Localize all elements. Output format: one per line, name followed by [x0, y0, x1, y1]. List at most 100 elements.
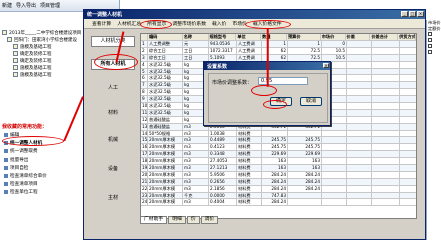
table-cell[interactable] [372, 151, 400, 158]
table-cell[interactable] [322, 144, 347, 151]
table-cell[interactable]: 人工费调 [237, 41, 262, 47]
table-cell[interactable]: 27.1213 [209, 165, 237, 171]
table-cell[interactable] [347, 151, 372, 158]
table-cell[interactable]: 747.83 [262, 192, 288, 199]
minimize-button[interactable]: _ [401, 11, 408, 17]
table-cell[interactable] [372, 144, 400, 151]
table-cell[interactable] [322, 178, 347, 185]
table-cell[interactable] [347, 199, 372, 206]
table-cell[interactable]: 62 [262, 47, 288, 54]
table-cell[interactable]: 7 [141, 82, 148, 89]
table-cell[interactable]: 163 [288, 158, 322, 165]
toolbar-new[interactable]: 新建 [2, 2, 12, 9]
table-row[interactable]: 18 20mm厚木模 m3 27.4053 材料费 163 163 [141, 158, 416, 166]
table-cell[interactable]: 20mm厚木模 [148, 199, 183, 206]
table-cell[interactable]: 163 [262, 165, 288, 171]
table-cell[interactable]: 普通硅酸盐 [148, 116, 183, 123]
table-cell[interactable]: 20mm厚木模 [148, 137, 183, 144]
table-cell[interactable]: 20mm厚木模 [148, 144, 183, 151]
table-cell[interactable] [372, 89, 400, 96]
table-cell[interactable]: 水泥32.5级 [148, 89, 183, 96]
table-cell[interactable] [322, 192, 347, 199]
table-row[interactable]: 14 50*50规格 m3 1.0038 材料费 [141, 130, 416, 138]
column-header[interactable]: 供货方式 [398, 34, 416, 40]
table-cell[interactable] [372, 41, 400, 47]
table-cell[interactable]: 20mm厚木模 [148, 192, 183, 199]
table-cell[interactable]: 16 [141, 144, 148, 151]
table-cell[interactable]: 0.3348 [209, 151, 237, 158]
table-cell[interactable] [372, 116, 400, 123]
table-cell[interactable] [347, 171, 372, 178]
table-cell[interactable] [347, 75, 372, 82]
table-cell[interactable]: 材料费 [237, 178, 262, 185]
table-cell[interactable] [347, 123, 372, 130]
modal-close-button[interactable]: × [323, 63, 329, 68]
table-cell[interactable] [322, 158, 347, 165]
table-row[interactable]: 19 20mm厚木模 m3 27.1213 材料费 163 163 [141, 165, 416, 172]
table-cell[interactable]: 62 [262, 54, 288, 61]
table-cell[interactable]: 人工费调 [237, 54, 262, 61]
table-cell[interactable]: 水泥32.5级 [148, 103, 183, 109]
table-cell[interactable]: 1072.3317 [209, 47, 237, 54]
table-cell[interactable] [347, 178, 372, 185]
table-cell[interactable]: 24 [141, 199, 148, 206]
table-cell[interactable]: 229.69 [288, 151, 322, 158]
table-cell[interactable]: m3 [183, 199, 209, 206]
table-cell[interactable] [322, 165, 347, 171]
table-cell[interactable]: 245.75 [288, 137, 322, 144]
table-cell[interactable]: 水泥32.5级 [148, 68, 183, 75]
table-cell[interactable]: 6 [141, 75, 148, 82]
table-cell[interactable]: 20 [141, 171, 148, 178]
table-cell[interactable]: 20mm厚木模 [148, 185, 183, 192]
table-cell[interactable] [372, 130, 400, 137]
category-machine[interactable]: 机械 [91, 136, 135, 143]
table-cell[interactable] [372, 109, 400, 116]
table-cell[interactable]: 20mm厚木模 [148, 171, 183, 178]
table-cell[interactable]: 284.24 [288, 178, 322, 185]
coefficient-input[interactable]: 0.95 [258, 77, 308, 85]
table-cell[interactable]: 材料费 [237, 158, 262, 165]
table-cell[interactable]: 千克 [183, 192, 209, 199]
table-cell[interactable]: 1 [262, 41, 288, 47]
table-row[interactable]: 24 20mm厚木模 m3 0.4004 材料费 284.24 [141, 199, 416, 207]
column-header[interactable]: 价差 [346, 34, 371, 40]
table-cell[interactable]: 2 [141, 47, 148, 54]
table-cell[interactable]: 5.1093 [209, 54, 237, 61]
table-cell[interactable]: 材料费 [237, 165, 262, 171]
table-cell[interactable] [347, 158, 372, 165]
table-cell[interactable] [372, 165, 400, 171]
table-cell[interactable]: 284.24 [288, 171, 322, 178]
table-cell[interactable] [347, 116, 372, 123]
table-cell[interactable] [347, 109, 372, 116]
table-cell[interactable]: 21 [141, 178, 148, 185]
table-cell[interactable]: 13 [141, 123, 148, 130]
column-header[interactable] [141, 34, 148, 40]
table-row[interactable]: 2 综合工日 工日 1072.3317 人工费调 62 72.5 10.5 [141, 47, 416, 55]
table-cell[interactable] [347, 96, 372, 103]
toolbar-import-export[interactable]: 导入导出 [16, 2, 36, 9]
table-cell[interactable]: 水泥32.5级 [148, 61, 183, 68]
table-cell[interactable]: 19 [141, 165, 148, 171]
table-cell[interactable]: 材料费 [237, 199, 262, 206]
table-cell[interactable] [372, 178, 400, 185]
table-cell[interactable]: m3 [183, 171, 209, 178]
column-header[interactable]: 预算价 [287, 34, 321, 40]
table-cell[interactable]: m3 [183, 144, 209, 151]
table-cell[interactable]: 人工费调整 [148, 41, 183, 47]
column-header[interactable]: 编码 [148, 34, 183, 40]
table-cell[interactable] [372, 96, 400, 103]
table-cell[interactable]: 50*50规格 [148, 130, 183, 137]
table-cell[interactable] [372, 185, 400, 192]
table-cell[interactable]: 1 [288, 41, 322, 47]
table-cell[interactable]: 11 [141, 109, 148, 116]
table-row[interactable]: 22 20mm厚木模 m3 2.1856 材料费 284.24 284.24 [141, 185, 416, 193]
column-header[interactable]: 单位 [236, 34, 262, 40]
table-cell[interactable] [347, 185, 372, 192]
table-cell[interactable]: 材料费 [237, 137, 262, 144]
table-cell[interactable] [322, 199, 347, 206]
table-cell[interactable]: 9 [141, 96, 148, 103]
table-cell[interactable]: 人工费调 [237, 47, 262, 54]
table-cell[interactable] [372, 47, 400, 54]
close-button[interactable]: × [417, 11, 424, 17]
table-cell[interactable]: 12 [141, 116, 148, 123]
